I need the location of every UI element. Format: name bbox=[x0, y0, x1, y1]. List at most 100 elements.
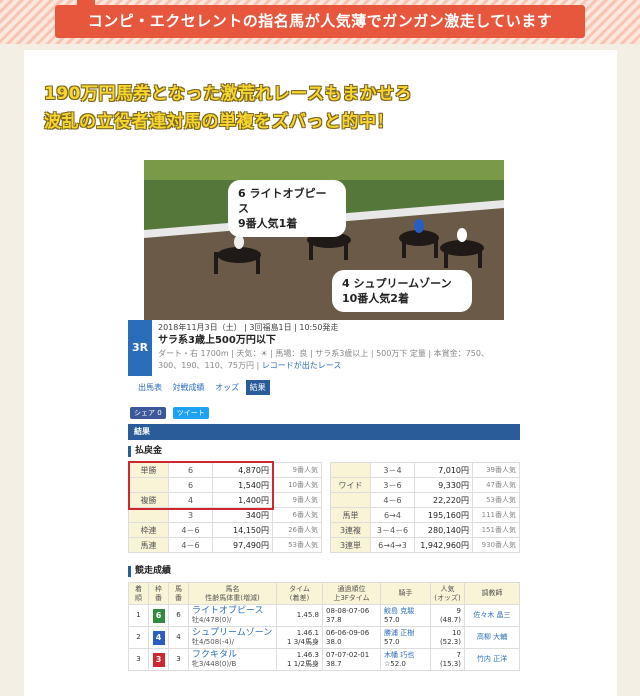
payout-popularity: 39番人気 bbox=[472, 462, 520, 478]
headline-line2: 波乱の立役者連対馬の単複をズバっと的中！ bbox=[44, 112, 394, 132]
race-tabs: 出馬表 対戦成績 オッズ 結果 bbox=[134, 380, 270, 396]
result-rank: 3 bbox=[128, 648, 149, 671]
result-margin: 1 3/4馬身 bbox=[287, 637, 319, 646]
race-number-badge: 3R bbox=[128, 320, 152, 376]
result-margin: 1 1/2馬身 bbox=[287, 659, 319, 668]
horse-sub: 牡4/478(0)/ bbox=[192, 615, 232, 624]
race-title: サラ系3歳上500万円以下 bbox=[158, 335, 276, 346]
tab-results[interactable]: 結果 bbox=[245, 380, 270, 395]
result-time: 1.45.8 bbox=[296, 611, 319, 619]
headline: 190万円馬券となった激荒れレースもまかせろ 波乱の立役者連対馬の単複をズバっと… bbox=[44, 80, 604, 136]
jockey-weight: 57.0 bbox=[384, 615, 400, 624]
col-trainer: 調教師 bbox=[464, 582, 520, 605]
trainer-link[interactable]: 高柳 大輔 bbox=[464, 626, 520, 649]
payout-popularity: 111番人気 bbox=[472, 507, 520, 523]
payout-label: ワイド bbox=[330, 477, 371, 493]
tab-head-to-head[interactable]: 対戦成績 bbox=[169, 380, 209, 395]
horse-name-link[interactable]: ライトオブピース bbox=[192, 606, 273, 616]
payout-number: 3－4 bbox=[370, 462, 415, 478]
payout-popularity: 6番人気 bbox=[272, 507, 322, 523]
race-header: 3R 2018年11月3日（土） | 3回福島1日 | 10:50発走 サラ系3… bbox=[128, 320, 520, 376]
headline-line1: 190万円馬券となった激荒れレースもまかせろ bbox=[44, 84, 413, 104]
result-odds: (48.7) bbox=[439, 615, 461, 624]
jockey-link[interactable]: 鮫島 克駿 bbox=[384, 607, 427, 616]
callout-second-rank: 10番人気2着 bbox=[342, 292, 409, 305]
social-buttons: シェア 0 ツイート bbox=[130, 400, 211, 419]
result-odds: (52.3) bbox=[439, 637, 461, 646]
horse-name-link[interactable]: フクキタル bbox=[192, 650, 273, 660]
result-umaban: 3 bbox=[168, 648, 189, 671]
trainer-link[interactable]: 佐々木 晶三 bbox=[464, 604, 520, 627]
jockey-link[interactable]: 木幡 巧也 bbox=[384, 651, 427, 660]
jockey-weight: ☆52.0 bbox=[384, 659, 406, 668]
facebook-share-button[interactable]: シェア 0 bbox=[130, 407, 166, 419]
result-passing: 08-08-07-06 bbox=[326, 606, 370, 615]
banner-text: コンピ・エクセレントの指名馬が人気薄でガンガン激走しています bbox=[55, 0, 585, 38]
trainer-link[interactable]: 竹内 正洋 bbox=[464, 648, 520, 671]
callout-second-name: 4 シュプリームゾーン bbox=[342, 277, 452, 290]
race-prize: 300、190、110、75万円 | bbox=[158, 361, 260, 370]
payout-amount: 9,330円 bbox=[414, 477, 473, 493]
result-passing: 06-06-09-06 bbox=[326, 628, 370, 637]
race-conditions: ダート・右 1700m | 天気：☀ | 馬場：良 | サラ系3歳以上 | 50… bbox=[158, 349, 489, 358]
result-umaban: 4 bbox=[168, 626, 189, 649]
tab-odds[interactable]: オッズ bbox=[211, 380, 243, 395]
payout-popularity: 47番人気 bbox=[472, 477, 520, 493]
record-race-link[interactable]: レコードが出たレース bbox=[262, 361, 342, 370]
result-popularity: 7 bbox=[456, 650, 461, 659]
result-header-row: 着順 枠番 馬番 馬名 性齢馬体重(増減) タイム (着差) 通過順位 上3Fタ… bbox=[128, 582, 520, 605]
payout-label: 枠連 bbox=[128, 522, 169, 538]
payout-number: 4－6 bbox=[370, 492, 415, 508]
callout-winner: 6 ライトオブピース 9番人気1着 bbox=[228, 180, 346, 237]
payout-number: 3－4－6 bbox=[370, 522, 415, 538]
payout-row: 3－4 7,010円 39番人気 bbox=[330, 462, 520, 478]
payout-row: 3連単 6→4→3 1,942,960円 930番人気 bbox=[330, 537, 520, 553]
jockey-link[interactable]: 勝浦 正樹 bbox=[384, 629, 427, 638]
waku-badge: 4 bbox=[152, 630, 165, 645]
results-section-bar: 結果 bbox=[128, 424, 520, 440]
horse-sub: 牝3/448(0)/B bbox=[192, 659, 237, 668]
payout-number: 6→4 bbox=[370, 507, 415, 523]
col-passing: 通過順位 上3Fタイム bbox=[322, 582, 381, 605]
result-rank: 1 bbox=[128, 604, 149, 627]
payout-row: 馬連 4－6 97,490円 53番人気 bbox=[128, 537, 322, 553]
payout-row: ワイド 3－6 9,330円 47番人気 bbox=[330, 477, 520, 493]
race-result-heading: 競走成績 bbox=[128, 566, 171, 577]
result-time: 1.46.1 bbox=[296, 628, 319, 637]
race-photo: 6 ライトオブピース 9番人気1着 4 シュプリームゾーン 10番人気2着 bbox=[144, 160, 504, 320]
payout-amount: 7,010円 bbox=[414, 462, 473, 478]
payout-amount: 14,150円 bbox=[212, 522, 273, 538]
twitter-tweet-button[interactable]: ツイート bbox=[172, 407, 209, 419]
payout-label bbox=[330, 462, 371, 478]
payout-popularity: 26番人気 bbox=[272, 522, 322, 538]
result-popularity: 9 bbox=[456, 606, 461, 615]
payout-number: 3－6 bbox=[370, 477, 415, 493]
horse-name-link[interactable]: シュプリームゾーン bbox=[192, 628, 273, 638]
top-banner: コンピ・エクセレントの指名馬が人気薄でガンガン激走しています bbox=[0, 0, 640, 44]
result-odds: (15.3) bbox=[439, 659, 461, 668]
payout-row: 3連複 3－4－6 280,140円 151番人気 bbox=[330, 522, 520, 538]
payout-amount: 195,160円 bbox=[414, 507, 473, 523]
waku-badge: 6 bbox=[152, 608, 165, 623]
payout-number: 4－6 bbox=[168, 522, 213, 538]
payout-amount: 1,942,960円 bbox=[414, 537, 473, 553]
col-umaban: 馬番 bbox=[168, 582, 189, 605]
col-popularity: 人気 (オッズ) bbox=[430, 582, 465, 605]
payout-popularity: 9番人気 bbox=[272, 462, 322, 478]
col-jockey: 騎手 bbox=[380, 582, 431, 605]
col-time: タイム (着差) bbox=[276, 582, 323, 605]
payout-amount: 97,490円 bbox=[212, 537, 273, 553]
result-row: 1 6 6 ライトオブピース 牡4/478(0)/ 1.45.8 08-08-07… bbox=[128, 604, 520, 627]
result-final3f: 37.8 bbox=[326, 615, 342, 624]
col-rank: 着順 bbox=[128, 582, 149, 605]
payout-row: 4－6 22,220円 53番人気 bbox=[330, 492, 520, 508]
payout-heading: 払戻金 bbox=[128, 446, 162, 457]
payout-popularity: 53番人気 bbox=[472, 492, 520, 508]
result-row: 3 3 3 フクキタル 牝3/448(0)/B 1.46.3 1 1/2馬身 07-… bbox=[128, 648, 520, 671]
payout-popularity: 10番人気 bbox=[272, 477, 322, 493]
result-final3f: 38.0 bbox=[326, 637, 342, 646]
tab-entries[interactable]: 出馬表 bbox=[134, 380, 166, 395]
payout-number: 4－6 bbox=[168, 537, 213, 553]
result-passing: 07-07-02-01 bbox=[326, 650, 370, 659]
payout-popularity: 9番人気 bbox=[272, 492, 322, 508]
